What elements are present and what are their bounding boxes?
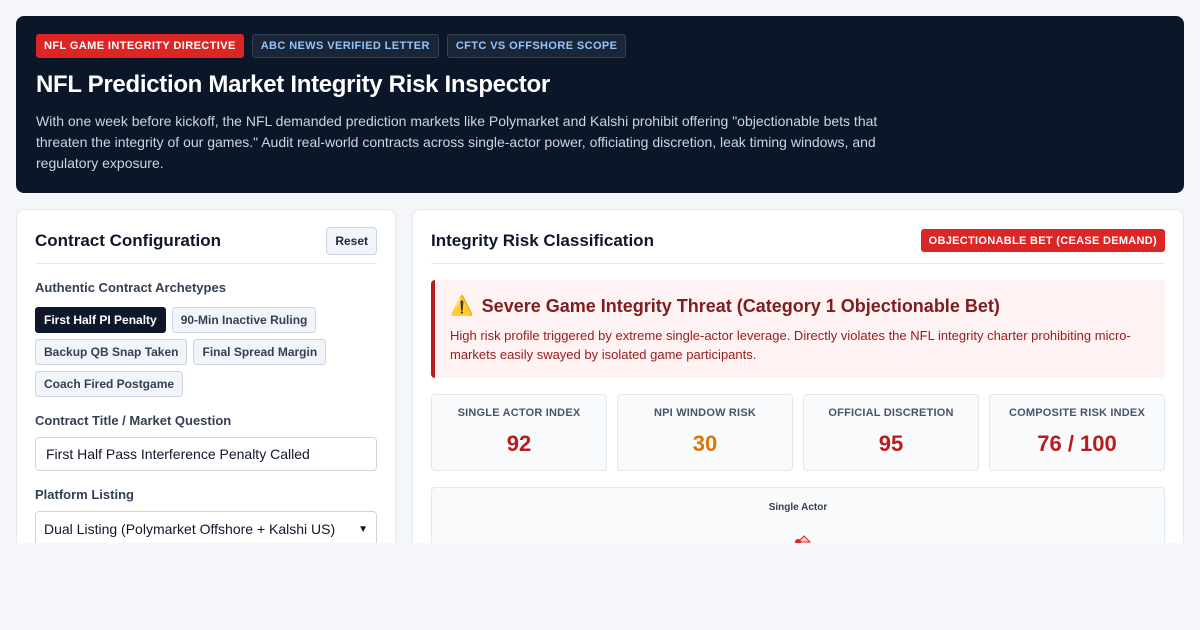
archetype-chip-inactive-ruling[interactable]: 90-Min Inactive Ruling [171, 307, 317, 333]
metric-composite-risk-index: COMPOSITE RISK INDEX 76 / 100 [989, 394, 1165, 471]
hero-banner: NFL GAME INTEGRITY DIRECTIVE ABC NEWS VE… [16, 16, 1184, 193]
alert-title: Severe Game Integrity Threat (Category 1… [481, 295, 1000, 316]
metric-official-discretion: OFFICIAL DISCRETION 95 [803, 394, 979, 471]
tag-abc-news: ABC NEWS VERIFIED LETTER [251, 34, 439, 58]
archetype-chip-backup-qb[interactable]: Backup QB Snap Taken [35, 339, 188, 365]
platform-select-value: Dual Listing (Polymarket Offshore + Kals… [44, 521, 336, 537]
metric-single-actor-index: SINGLE ACTOR INDEX 92 [431, 394, 607, 471]
page-viewport: NFL GAME INTEGRITY DIRECTIVE ABC NEWS VE… [0, 0, 1200, 543]
metric-label: SINGLE ACTOR INDEX [457, 407, 581, 419]
classification-heading: Integrity Risk Classification [431, 230, 654, 250]
platform-label: Platform Listing [35, 487, 134, 502]
classification-header: Integrity Risk Classification OBJECTIONA… [431, 228, 1165, 264]
archetype-chip-spread-margin[interactable]: Final Spread Margin [193, 339, 327, 365]
metric-label: NPI WINDOW RISK [654, 407, 756, 419]
archetype-chip-first-half-pi[interactable]: First Half PI Penalty [35, 307, 166, 333]
alert-title-row: ⚠️ Severe Game Integrity Threat (Categor… [450, 294, 1149, 318]
alert-body: High risk profile triggered by extreme s… [450, 328, 1131, 362]
archetype-chip-group: First Half PI Penalty 90-Min Inactive Ru… [35, 307, 377, 397]
metric-value: 95 [878, 431, 904, 456]
risk-classification-panel: Integrity Risk Classification OBJECTIONA… [412, 209, 1184, 543]
platform-select[interactable]: Dual Listing (Polymarket Offshore + Kals… [35, 511, 377, 543]
contract-title-input[interactable] [35, 437, 377, 471]
hero-tag-row: NFL GAME INTEGRITY DIRECTIVE ABC NEWS VE… [36, 34, 1164, 58]
contract-title-label: Contract Title / Market Question [35, 413, 232, 428]
tag-nfl-directive: NFL GAME INTEGRITY DIRECTIVE [36, 34, 244, 58]
tag-cftc-scope: CFTC VS OFFSHORE SCOPE [446, 34, 627, 58]
chevron-down-icon: ▼ [358, 523, 368, 535]
archetypes-label: Authentic Contract Archetypes [35, 280, 226, 295]
metric-npi-window-risk: NPI WINDOW RISK 30 [617, 394, 793, 471]
config-heading: Contract Configuration [35, 230, 222, 250]
page-description: With one week before kickoff, the NFL de… [36, 113, 878, 171]
metric-value: 76 / 100 [1037, 431, 1117, 456]
threat-alert: ⚠️ Severe Game Integrity Threat (Categor… [431, 280, 1165, 378]
radar-chart-panel: Single Actor [431, 487, 1165, 543]
radar-chart [795, 535, 812, 543]
verdict-badge: OBJECTIONABLE BET (CEASE DEMAND) [920, 229, 1165, 252]
metric-value: 92 [506, 431, 532, 456]
metric-value: 30 [692, 431, 718, 456]
reset-button[interactable]: Reset [326, 226, 377, 255]
metric-label: COMPOSITE RISK INDEX [1008, 407, 1146, 419]
page-title: NFL Prediction Market Integrity Risk Ins… [36, 71, 550, 98]
metric-label: OFFICIAL DISCRETION [828, 407, 954, 419]
config-header: Contract Configuration Reset [35, 226, 377, 264]
archetype-chip-coach-fired[interactable]: Coach Fired Postgame [35, 371, 184, 397]
metric-card-row: SINGLE ACTOR INDEX 92 NPI WINDOW RISK 30… [431, 394, 1165, 471]
contract-configuration-panel: Contract Configuration Reset Authentic C… [16, 209, 396, 543]
warning-icon: ⚠️ [450, 296, 474, 317]
